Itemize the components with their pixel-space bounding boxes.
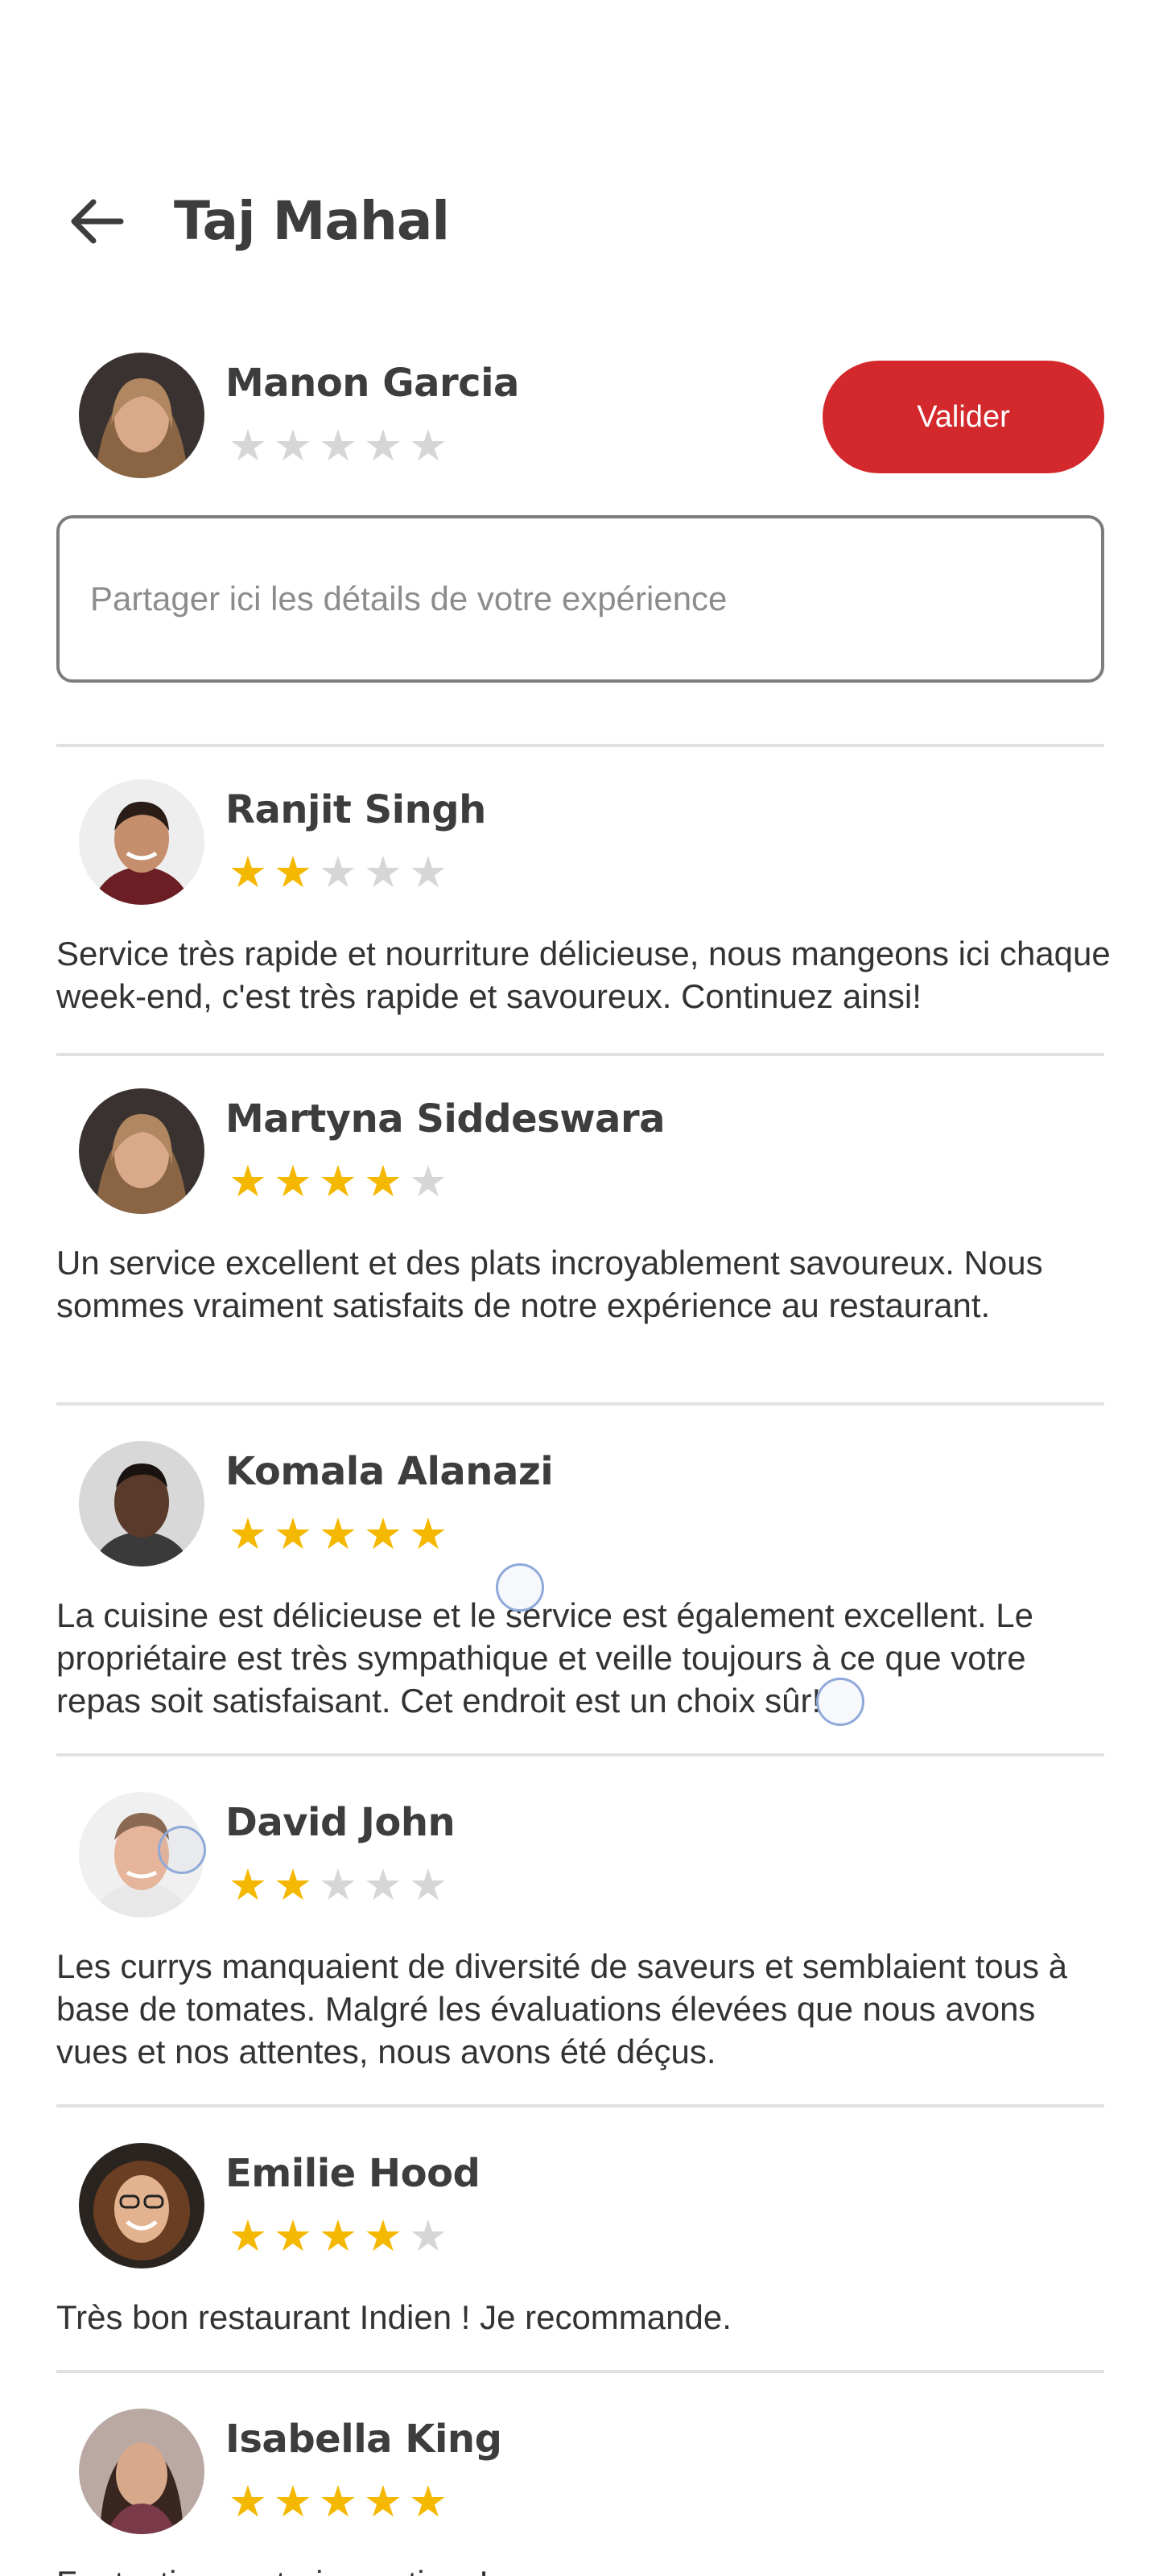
review-item: David John ★ ★ ★ ★ ★ Les currys manquaient d…: [56, 1792, 1104, 2070]
arrow-left-icon: [71, 199, 124, 244]
star-icon: ★: [363, 1510, 403, 1558]
star-icon: ★: [363, 2478, 403, 2526]
star-icon[interactable]: ★: [406, 423, 451, 469]
review-text: Un service excellent et des plats incroy…: [56, 1244, 1043, 1324]
review-item: Isabella King ★★★★★ Fantastic vegetarian…: [56, 2409, 1104, 2576]
reviewer-name: Ranjit Singh: [225, 787, 486, 832]
review-item: Ranjit Singh ★ ★ ★ ★ ★ Service très rapide e…: [56, 779, 1111, 1021]
star-icon: ★: [408, 2478, 448, 2526]
star-icon: ★: [318, 2212, 358, 2260]
reviewer-name: Martyna Siddeswara: [225, 1096, 666, 1141]
star-icon: ★: [273, 848, 313, 897]
star-icon[interactable]: ★: [270, 423, 316, 469]
divider: [56, 744, 1104, 747]
rating-stars: ★ ★ ★ ★ ★: [225, 850, 451, 895]
divider: [56, 1402, 1104, 1406]
star-icon[interactable]: ★: [316, 423, 361, 469]
star-icon: ★: [228, 1861, 268, 1909]
star-icon: ★: [408, 1510, 448, 1558]
star-icon: ★: [318, 1158, 358, 1206]
star-icon: ★: [363, 848, 403, 897]
touch-indicator: [158, 1826, 206, 1874]
star-icon: ★: [228, 1158, 268, 1206]
star-icon[interactable]: ★: [361, 423, 406, 469]
divider: [56, 1053, 1104, 1056]
composer-user-name: Manon Garcia: [225, 361, 519, 406]
star-icon: ★: [228, 2212, 268, 2260]
review-item: Emilie Hood ★ ★ ★ ★ ★ Très bon restaurant In…: [56, 2143, 1104, 2352]
star-icon: ★: [408, 1158, 448, 1206]
review-text-input[interactable]: [60, 518, 1101, 679]
touch-indicator: [816, 1678, 864, 1726]
star-icon: ★: [228, 848, 268, 897]
star-icon: ★: [228, 2478, 268, 2526]
page-title: Taj Mahal: [174, 190, 450, 252]
avatar: [79, 2409, 204, 2534]
rating-stars: ★ ★ ★ ★ ★: [225, 1863, 451, 1908]
avatar: [79, 2143, 204, 2268]
star-icon: ★: [363, 2212, 403, 2260]
touch-indicator: [496, 1563, 544, 1612]
review-item: Martyna Siddeswara ★ ★ ★ ★ ★ Un service exce…: [56, 1088, 1104, 1362]
reviewer-name: Komala Alanazi: [225, 1449, 554, 1494]
review-item: Komala Alanazi ★ ★ ★ ★ ★ La cuisine est déli…: [56, 1441, 1104, 1719]
avatar: [79, 779, 204, 905]
submit-review-button[interactable]: Valider: [823, 361, 1104, 473]
star-icon: ★: [363, 1861, 403, 1909]
review-text: Service très rapide et nourriture délici…: [56, 935, 1111, 1015]
star-icon: ★: [228, 1510, 268, 1558]
reviewer-name: Emilie Hood: [225, 2151, 481, 2196]
rating-stars: ★ ★ ★ ★ ★: [225, 2479, 451, 2524]
rating-stars: ★ ★ ★ ★ ★: [225, 2214, 451, 2259]
star-icon: ★: [408, 2212, 448, 2260]
star-icon: ★: [408, 1861, 448, 1909]
app-header: Taj Mahal: [0, 161, 1159, 282]
star-icon: ★: [273, 2478, 313, 2526]
reviewer-name: David John: [225, 1800, 456, 1845]
review-input-container: [56, 515, 1104, 683]
review-text: Les currys manquaient de diversité de sa…: [56, 1947, 1068, 2070]
avatar: [79, 1441, 204, 1567]
avatar: [79, 1088, 204, 1214]
star-icon: ★: [318, 1510, 358, 1558]
divider: [56, 1753, 1104, 1757]
review-text: La cuisine est délicieuse et le service …: [56, 1596, 1034, 1719]
star-icon: ★: [408, 848, 448, 897]
divider: [56, 2370, 1104, 2373]
review-composer: Manon Garcia ★ ★ ★ ★ ★ Valider: [56, 353, 1104, 481]
star-icon: ★: [363, 1158, 403, 1206]
star-icon: ★: [318, 848, 358, 897]
review-text: Très bon restaurant Indien ! Je recomman…: [56, 2298, 732, 2336]
back-button[interactable]: [56, 185, 137, 258]
star-icon: ★: [273, 1861, 313, 1909]
rating-stars: ★ ★ ★ ★ ★: [225, 1159, 451, 1204]
rating-stars: ★ ★ ★ ★ ★: [225, 1512, 451, 1557]
star-icon: ★: [273, 1510, 313, 1558]
star-icon[interactable]: ★: [225, 423, 270, 469]
star-icon: ★: [318, 2478, 358, 2526]
reviewer-name: Isabella King: [225, 2417, 502, 2462]
divider: [56, 2104, 1104, 2107]
star-icon: ★: [273, 2212, 313, 2260]
star-icon: ★: [318, 1861, 358, 1909]
star-icon: ★: [273, 1158, 313, 1206]
review-text: Fantastic vegetarian options!: [56, 2562, 1111, 2576]
avatar: [79, 353, 204, 478]
composer-rating-stars[interactable]: ★ ★ ★ ★ ★: [225, 423, 451, 469]
